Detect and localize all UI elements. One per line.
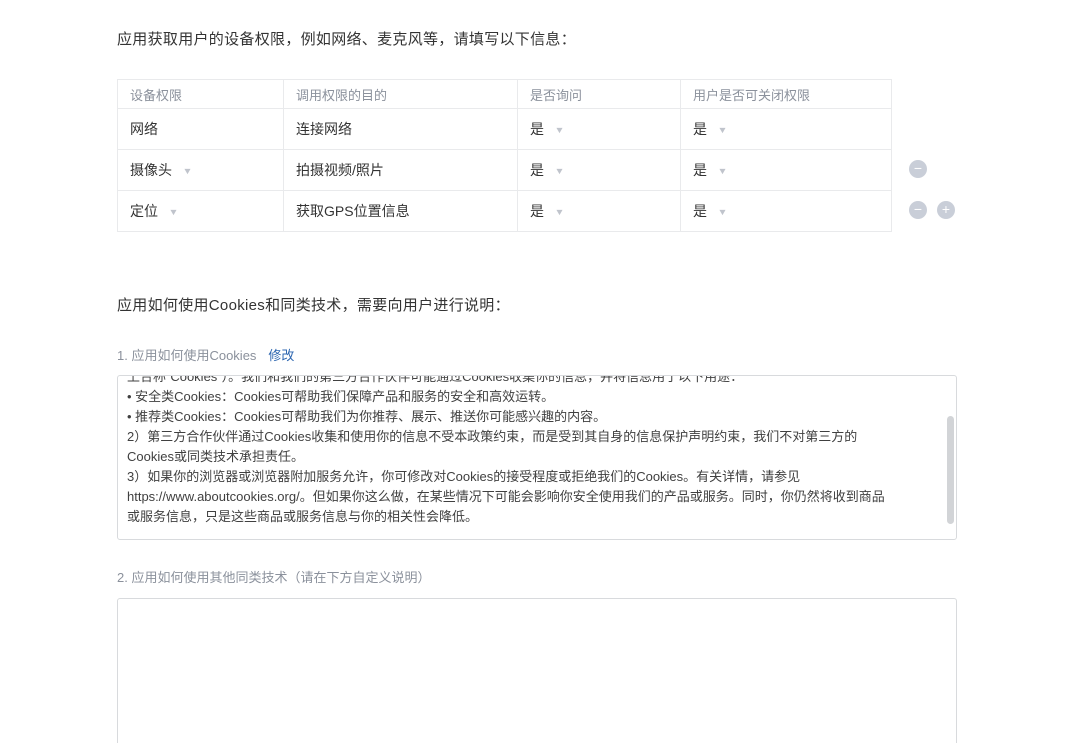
cookies-item2-row: 2. 应用如何使用其他同类技术（请在下方自定义说明） [117,567,430,586]
col-header-closable: 用户是否可关闭权限 [681,80,892,109]
remove-row-button[interactable]: − [909,201,927,219]
purpose-value: 连接网络 [296,121,352,137]
device-cell: 网络 [118,109,284,150]
col-header-ask: 是否询问 [518,80,681,109]
permissions-table: 设备权限 调用权限的目的 是否询问 用户是否可关闭权限 网络 连接网络 是 ▼ … [117,79,892,232]
device-select[interactable]: 定位 ▼ [118,191,284,232]
ask-select[interactable]: 是 ▼ [518,109,681,150]
chevron-down-icon: ▼ [554,166,564,176]
device-permissions-heading: 应用获取用户的设备权限，例如网络、麦克风等，请填写以下信息： [117,28,576,49]
ask-value: 是 [530,121,544,137]
closable-select[interactable]: 是 ▼ [681,109,892,150]
device-select[interactable]: 摄像头 ▼ [118,150,284,191]
table-header-row: 设备权限 调用权限的目的 是否询问 用户是否可关闭权限 [118,80,892,109]
closable-value: 是 [693,121,707,137]
minus-icon: − [914,201,922,217]
cookies-description-textarea[interactable]: 上合称“Cookies”）。我们和我们的第三方合作伙伴可能通过Cookies收集… [117,375,957,540]
cookies-item1-row: 1. 应用如何使用Cookies 修改 [117,345,294,364]
closable-select[interactable]: 是 ▼ [681,150,892,191]
purpose-value: 拍摄视频/照片 [296,162,384,178]
device-value: 摄像头 [130,162,172,178]
plus-icon: + [942,201,950,217]
edit-cookies-link[interactable]: 修改 [268,345,294,364]
table-row: 摄像头 ▼ 拍摄视频/照片 是 ▼ 是 ▼ [118,150,892,191]
closable-select[interactable]: 是 ▼ [681,191,892,232]
custom-technology-textarea[interactable] [117,598,957,743]
chevron-down-icon: ▼ [717,166,727,176]
col-header-device: 设备权限 [118,80,284,109]
table-row: 定位 ▼ 获取GPS位置信息 是 ▼ 是 ▼ [118,191,892,232]
cookies-heading: 应用如何使用Cookies和同类技术，需要向用户进行说明： [117,294,510,315]
purpose-cell[interactable]: 拍摄视频/照片 [284,150,518,191]
device-value: 定位 [130,203,158,219]
cookies-item2-label: 2. 应用如何使用其他同类技术（请在下方自定义说明） [117,567,430,586]
minus-icon: − [914,160,922,176]
chevron-down-icon: ▼ [717,207,727,217]
col-header-purpose: 调用权限的目的 [284,80,518,109]
closable-value: 是 [693,203,707,219]
purpose-value: 获取GPS位置信息 [296,203,410,219]
chevron-down-icon: ▼ [168,207,178,217]
chevron-down-icon: ▼ [554,207,564,217]
table-row: 网络 连接网络 是 ▼ 是 ▼ [118,109,892,150]
chevron-down-icon: ▼ [182,166,192,176]
ask-value: 是 [530,162,544,178]
chevron-down-icon: ▼ [717,125,727,135]
device-value: 网络 [130,121,158,137]
closable-value: 是 [693,162,707,178]
textarea-scrollbar[interactable] [947,416,954,524]
cookies-item1-label: 1. 应用如何使用Cookies [117,345,256,364]
chevron-down-icon: ▼ [554,125,564,135]
ask-value: 是 [530,203,544,219]
add-row-button[interactable]: + [937,201,955,219]
ask-select[interactable]: 是 ▼ [518,150,681,191]
purpose-cell: 连接网络 [284,109,518,150]
ask-select[interactable]: 是 ▼ [518,191,681,232]
cookies-description-text: 上合称“Cookies”）。我们和我们的第三方合作伙伴可能通过Cookies收集… [118,375,956,527]
remove-row-button[interactable]: − [909,160,927,178]
purpose-cell[interactable]: 获取GPS位置信息 [284,191,518,232]
